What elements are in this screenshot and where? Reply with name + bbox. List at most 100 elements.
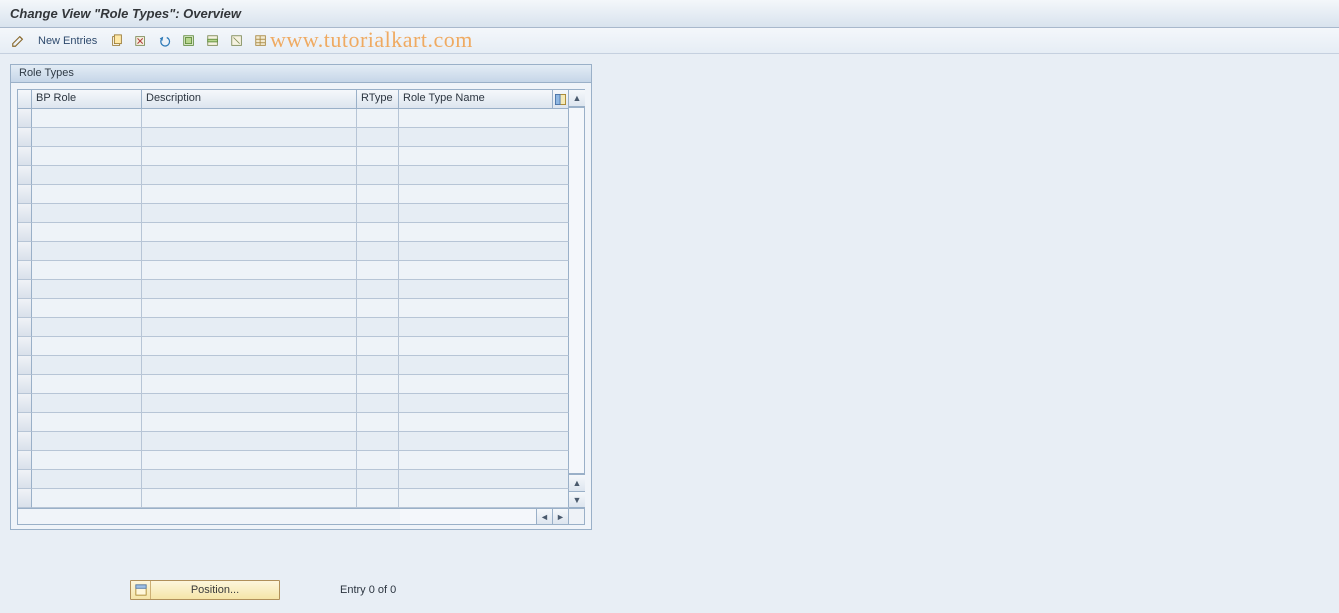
- table-settings-icon[interactable]: [251, 31, 271, 51]
- row-selector[interactable]: [18, 242, 32, 261]
- undo-change-icon[interactable]: [155, 31, 175, 51]
- cell-role-type-name[interactable]: [399, 489, 569, 508]
- cell-rtype[interactable]: [357, 109, 399, 128]
- cell-bp-role[interactable]: [32, 432, 142, 451]
- cell-description[interactable]: [142, 413, 357, 432]
- cell-rtype[interactable]: [357, 413, 399, 432]
- cell-description[interactable]: [142, 242, 357, 261]
- cell-role-type-name[interactable]: [399, 109, 569, 128]
- cell-description[interactable]: [142, 394, 357, 413]
- hscroll-track[interactable]: [400, 509, 536, 524]
- cell-bp-role[interactable]: [32, 394, 142, 413]
- row-selector[interactable]: [18, 223, 32, 242]
- row-selector[interactable]: [18, 280, 32, 299]
- cell-bp-role[interactable]: [32, 185, 142, 204]
- row-selector[interactable]: [18, 109, 32, 128]
- cell-rtype[interactable]: [357, 489, 399, 508]
- cell-role-type-name[interactable]: [399, 451, 569, 470]
- row-selector[interactable]: [18, 470, 32, 489]
- cell-rtype[interactable]: [357, 280, 399, 299]
- cell-bp-role[interactable]: [32, 470, 142, 489]
- cell-bp-role[interactable]: [32, 413, 142, 432]
- cell-bp-role[interactable]: [32, 204, 142, 223]
- cell-rtype[interactable]: [357, 223, 399, 242]
- cell-role-type-name[interactable]: [399, 204, 569, 223]
- col-header-description[interactable]: Description: [142, 90, 357, 109]
- row-selector[interactable]: [18, 337, 32, 356]
- cell-rtype[interactable]: [357, 394, 399, 413]
- row-selector[interactable]: [18, 356, 32, 375]
- row-selector-header[interactable]: [18, 90, 32, 109]
- cell-description[interactable]: [142, 432, 357, 451]
- cell-rtype[interactable]: [357, 451, 399, 470]
- cell-rtype[interactable]: [357, 375, 399, 394]
- scroll-right-icon[interactable]: ►: [552, 509, 568, 524]
- cell-description[interactable]: [142, 375, 357, 394]
- row-selector[interactable]: [18, 185, 32, 204]
- cell-bp-role[interactable]: [32, 318, 142, 337]
- cell-description[interactable]: [142, 489, 357, 508]
- cell-role-type-name[interactable]: [399, 261, 569, 280]
- row-selector[interactable]: [18, 413, 32, 432]
- cell-rtype[interactable]: [357, 299, 399, 318]
- row-selector[interactable]: [18, 261, 32, 280]
- cell-bp-role[interactable]: [32, 489, 142, 508]
- cell-role-type-name[interactable]: [399, 147, 569, 166]
- row-selector[interactable]: [18, 166, 32, 185]
- cell-role-type-name[interactable]: [399, 166, 569, 185]
- cell-description[interactable]: [142, 337, 357, 356]
- cell-rtype[interactable]: [357, 318, 399, 337]
- cell-bp-role[interactable]: [32, 375, 142, 394]
- cell-role-type-name[interactable]: [399, 356, 569, 375]
- cell-description[interactable]: [142, 299, 357, 318]
- row-selector[interactable]: [18, 299, 32, 318]
- cell-bp-role[interactable]: [32, 147, 142, 166]
- cell-description[interactable]: [142, 356, 357, 375]
- cell-role-type-name[interactable]: [399, 470, 569, 489]
- cell-description[interactable]: [142, 147, 357, 166]
- toggle-change-icon[interactable]: [8, 31, 28, 51]
- cell-bp-role[interactable]: [32, 337, 142, 356]
- copy-as-icon[interactable]: [107, 31, 127, 51]
- deselect-all-icon[interactable]: [227, 31, 247, 51]
- cell-description[interactable]: [142, 166, 357, 185]
- cell-rtype[interactable]: [357, 166, 399, 185]
- cell-role-type-name[interactable]: [399, 432, 569, 451]
- cell-role-type-name[interactable]: [399, 318, 569, 337]
- row-selector[interactable]: [18, 489, 32, 508]
- vertical-scrollbar[interactable]: ▲ ▲ ▼: [569, 90, 585, 508]
- col-header-role-type-name[interactable]: Role Type Name: [399, 90, 553, 109]
- col-header-bp-role[interactable]: BP Role: [32, 90, 142, 109]
- cell-bp-role[interactable]: [32, 451, 142, 470]
- cell-bp-role[interactable]: [32, 242, 142, 261]
- delete-icon[interactable]: [131, 31, 151, 51]
- cell-bp-role[interactable]: [32, 128, 142, 147]
- cell-role-type-name[interactable]: [399, 128, 569, 147]
- cell-role-type-name[interactable]: [399, 337, 569, 356]
- cell-rtype[interactable]: [357, 185, 399, 204]
- cell-role-type-name[interactable]: [399, 280, 569, 299]
- scroll-up-icon[interactable]: ▲: [569, 90, 585, 107]
- row-selector[interactable]: [18, 394, 32, 413]
- cell-role-type-name[interactable]: [399, 413, 569, 432]
- cell-description[interactable]: [142, 204, 357, 223]
- row-selector[interactable]: [18, 147, 32, 166]
- cell-description[interactable]: [142, 470, 357, 489]
- cell-bp-role[interactable]: [32, 223, 142, 242]
- select-block-icon[interactable]: [203, 31, 223, 51]
- cell-role-type-name[interactable]: [399, 375, 569, 394]
- cell-bp-role[interactable]: [32, 166, 142, 185]
- cell-rtype[interactable]: [357, 356, 399, 375]
- cell-role-type-name[interactable]: [399, 299, 569, 318]
- cell-bp-role[interactable]: [32, 299, 142, 318]
- new-entries-button[interactable]: New Entries: [32, 31, 103, 51]
- row-selector[interactable]: [18, 451, 32, 470]
- cell-rtype[interactable]: [357, 432, 399, 451]
- cell-rtype[interactable]: [357, 242, 399, 261]
- cell-rtype[interactable]: [357, 204, 399, 223]
- cell-rtype[interactable]: [357, 470, 399, 489]
- col-header-rtype[interactable]: RType: [357, 90, 399, 109]
- cell-role-type-name[interactable]: [399, 223, 569, 242]
- horizontal-scrollbar[interactable]: ◄ ►: [17, 509, 585, 525]
- cell-rtype[interactable]: [357, 147, 399, 166]
